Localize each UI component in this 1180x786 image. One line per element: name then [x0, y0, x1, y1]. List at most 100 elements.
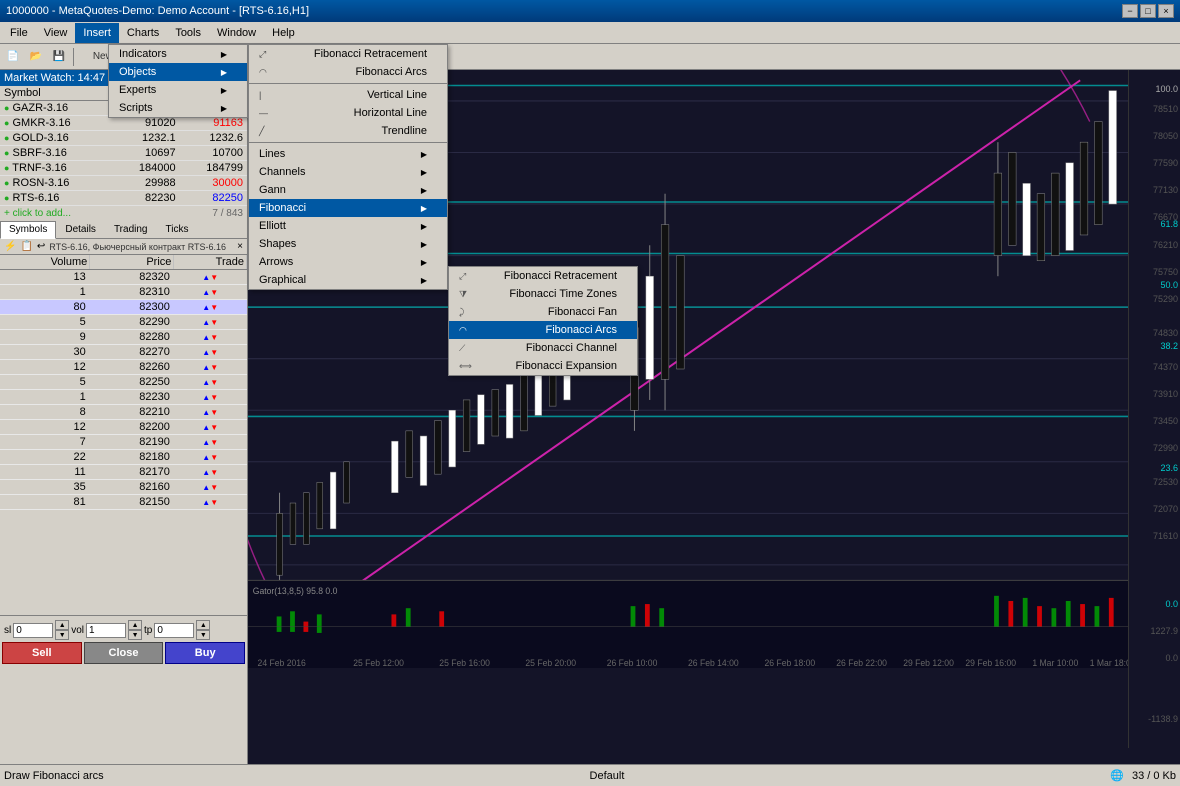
- obj-fib-arcs[interactable]: ◠ Fibonacci Arcs: [249, 70, 447, 81]
- obj-gann[interactable]: Gann ▶: [249, 181, 447, 199]
- tp-up[interactable]: ▲: [196, 620, 210, 630]
- symbol-row[interactable]: ● ROSN-3.162998830000: [0, 176, 247, 191]
- trade-price: 82280: [90, 330, 174, 345]
- fib-fan[interactable]: ⤸ Fibonacci Fan: [449, 303, 637, 321]
- symbol-row[interactable]: ● SBRF-3.161069710700: [0, 146, 247, 161]
- minimize-button[interactable]: −: [1122, 4, 1138, 18]
- fib-arc-icon2: ◠: [259, 70, 267, 78]
- symbol-bid: 82230: [112, 191, 179, 206]
- trade-volume: 8: [0, 405, 90, 420]
- sl-down[interactable]: ▼: [55, 630, 69, 640]
- symbol-name: ● GOLD-3.16: [0, 131, 112, 146]
- trade-row[interactable]: 1382320▲▼: [0, 270, 247, 285]
- gann-label: Gann: [259, 184, 286, 196]
- order-controls: sl ▲ ▼ vol ▲ ▼ tp ▲ ▼: [0, 615, 247, 666]
- fib-time-zones[interactable]: ⧩ Fibonacci Time Zones: [449, 285, 637, 303]
- fibarc-icon: ◠: [459, 325, 467, 336]
- sl-up[interactable]: ▲: [55, 620, 69, 630]
- obj-fibonacci[interactable]: Fibonacci ▶: [249, 199, 447, 217]
- symbol-row[interactable]: ● TRNF-3.16184000184799: [0, 161, 247, 176]
- price-78510: 78510: [1153, 104, 1178, 114]
- trade-arrow: ▲▼: [174, 300, 247, 315]
- trade-row[interactable]: 8082300▲▼: [0, 300, 247, 315]
- vol-up[interactable]: ▲: [128, 620, 142, 630]
- obj-elliott[interactable]: Elliott ▶: [249, 217, 447, 235]
- trade-row[interactable]: 2282180▲▼: [0, 450, 247, 465]
- trade-row[interactable]: 3082270▲▼: [0, 345, 247, 360]
- trade-arrow: ▲▼: [174, 285, 247, 300]
- trade-row[interactable]: 182230▲▼: [0, 390, 247, 405]
- symbol-name: ● RTS-6.16: [0, 191, 112, 206]
- toolbar-open[interactable]: 📂: [25, 46, 47, 68]
- fib-expansion[interactable]: ⟺ Fibonacci Expansion: [449, 357, 637, 375]
- tp-input[interactable]: [154, 623, 194, 638]
- obj-shapes[interactable]: Shapes ▶: [249, 235, 447, 253]
- trade-close-btn[interactable]: ×: [237, 241, 243, 252]
- symbol-row[interactable]: ● GOLD-3.161232.11232.6: [0, 131, 247, 146]
- add-symbol-row[interactable]: + click to add... 7 / 843: [0, 206, 247, 221]
- trade-arrow: ▲▼: [174, 345, 247, 360]
- sl-label: sl: [4, 625, 11, 636]
- tp-label: tp: [144, 625, 152, 636]
- trade-price: 82190: [90, 435, 174, 450]
- tp-down[interactable]: ▼: [196, 630, 210, 640]
- trade-volume: 5: [0, 315, 90, 330]
- menu-window[interactable]: Window: [209, 23, 264, 43]
- obj-trendline[interactable]: ╱ Trendline: [249, 122, 447, 140]
- sell-button[interactable]: Sell: [2, 642, 82, 664]
- trade-row[interactable]: 782190▲▼: [0, 435, 247, 450]
- menu-help[interactable]: Help: [264, 23, 303, 43]
- obj-arrows[interactable]: Arrows ▶: [249, 253, 447, 271]
- obj-horizontal-line[interactable]: — Horizontal Line: [249, 104, 447, 122]
- menu-view[interactable]: View: [36, 23, 76, 43]
- trend-icon: ╱: [259, 126, 264, 137]
- trade-row[interactable]: 982280▲▼: [0, 330, 247, 345]
- fibarc-label: Fibonacci Arcs: [545, 324, 617, 336]
- trade-row[interactable]: 1282260▲▼: [0, 360, 247, 375]
- trade-arrow: ▲▼: [174, 420, 247, 435]
- tab-symbols[interactable]: Symbols: [0, 221, 56, 239]
- vline-icon: |: [259, 90, 261, 100]
- symbol-name: ● SBRF-3.16: [0, 146, 112, 161]
- trade-row[interactable]: 882210▲▼: [0, 405, 247, 420]
- chart-area[interactable]: 24 Feb 2016 25 Feb 12:00 25 Feb 16:00 25…: [248, 70, 1180, 764]
- trade-row[interactable]: 182310▲▼: [0, 285, 247, 300]
- symbol-row[interactable]: ● RTS-6.168223082250: [0, 191, 247, 206]
- trade-arrow: ▲▼: [174, 360, 247, 375]
- left-panel: Market Watch: 14:47 _ × Symbol ● GAZR-3.…: [0, 70, 248, 764]
- tab-details[interactable]: Details: [56, 221, 105, 238]
- obj-lines[interactable]: Lines ▶: [249, 145, 447, 163]
- vol-input[interactable]: [86, 623, 126, 638]
- trade-volume: 9: [0, 330, 90, 345]
- tab-ticks[interactable]: Ticks: [156, 221, 197, 238]
- menu-insert[interactable]: Insert: [75, 23, 119, 43]
- obj-vertical-line[interactable]: | Vertical Line: [249, 86, 447, 104]
- obj-graphical[interactable]: Graphical ▶: [249, 271, 447, 289]
- fib-channel[interactable]: ⟋ Fibonacci Channel: [449, 339, 637, 357]
- toolbar-new[interactable]: 📄: [2, 46, 24, 68]
- close-button[interactable]: Close: [84, 642, 164, 664]
- maximize-button[interactable]: □: [1140, 4, 1156, 18]
- fib-arcs[interactable]: ◠ Fibonacci Arcs: [449, 321, 637, 339]
- menu-tools[interactable]: Tools: [167, 23, 209, 43]
- trade-row[interactable]: 582290▲▼: [0, 315, 247, 330]
- close-button[interactable]: ×: [1158, 4, 1174, 18]
- sl-input[interactable]: [13, 623, 53, 638]
- trade-row[interactable]: 1182170▲▼: [0, 465, 247, 480]
- fib-retracement[interactable]: ⤢ Fibonacci Retracement: [449, 267, 637, 285]
- trade-volume: 5: [0, 375, 90, 390]
- trade-row[interactable]: 8182150▲▼: [0, 495, 247, 510]
- symbol-ask: 30000: [180, 176, 247, 191]
- menu-charts[interactable]: Charts: [119, 23, 167, 43]
- trade-row[interactable]: 3582160▲▼: [0, 480, 247, 495]
- trade-row[interactable]: 1282200▲▼: [0, 420, 247, 435]
- buy-button[interactable]: Buy: [165, 642, 245, 664]
- vol-down[interactable]: ▼: [128, 630, 142, 640]
- menu-file[interactable]: File: [2, 23, 36, 43]
- trade-volume: 1: [0, 285, 90, 300]
- symbol-name: ● TRNF-3.16: [0, 161, 112, 176]
- trade-row[interactable]: 582250▲▼: [0, 375, 247, 390]
- tab-trading[interactable]: Trading: [105, 221, 157, 238]
- obj-channels[interactable]: Channels ▶: [249, 163, 447, 181]
- toolbar-save[interactable]: 💾: [48, 46, 70, 68]
